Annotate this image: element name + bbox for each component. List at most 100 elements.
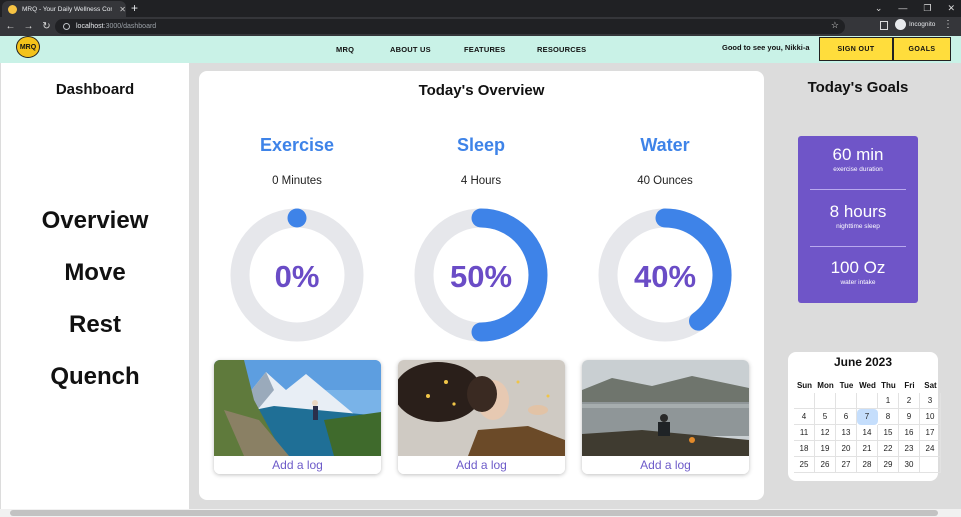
calendar-day[interactable]: 16 (899, 425, 920, 441)
side-panel-icon[interactable] (880, 21, 888, 30)
calendar-day[interactable]: 17 (920, 425, 941, 441)
goal-sleep: 8 hours nighttime sleep (798, 202, 918, 230)
calendar-weekday-3: Wed (859, 381, 876, 390)
tab-close-icon[interactable]: ✕ (119, 5, 126, 14)
url-path: :3000/dashboard (103, 23, 157, 30)
minimize-icon[interactable]: — (898, 1, 907, 15)
goal-sleep-value: 8 hours (829, 202, 887, 221)
goal-exercise-value: 60 min (832, 145, 884, 164)
reload-icon[interactable]: ↻ (39, 21, 54, 32)
bookmark-star-icon[interactable]: ☆ (831, 20, 839, 31)
calendar-day[interactable]: 3 (920, 393, 941, 409)
calendar: June 2023 Sun Mon Tue Wed Thu Fri Sat 1 2 3 4 5 6 7 8 9… (788, 352, 941, 481)
goals-title: Today's Goals (807, 79, 909, 96)
calendar-day-today[interactable]: 7 (857, 409, 878, 425)
overview-card: Today's Overview Exercise 0 Minutes 0% S… (199, 71, 764, 500)
nav-link-mrq[interactable]: MRQ (336, 45, 354, 54)
greeting-text: Good to see you, Nikki-a (722, 43, 810, 52)
exercise-add-log-link[interactable]: Add a log (214, 456, 381, 474)
calendar-day[interactable]: 23 (899, 441, 920, 457)
forward-icon[interactable]: → (21, 21, 36, 32)
goal-water: 100 Oz water intake (798, 258, 918, 286)
goals-button[interactable]: GOALS (893, 37, 951, 61)
address-bar-row: ← → ↻ localhost :3000/dashboard ☆ Incogn… (0, 17, 961, 36)
calendar-day[interactable]: 28 (857, 457, 878, 473)
browser-tab-bar: MRQ - Your Daily Wellness Compa ✕ + ⌄ — … (0, 0, 961, 17)
url-host: localhost (76, 23, 104, 30)
incognito-indicator[interactable]: Incognito (895, 19, 935, 30)
back-icon[interactable]: ← (3, 21, 18, 32)
calendar-day[interactable]: 21 (857, 441, 878, 457)
calendar-day[interactable]: 6 (836, 409, 857, 425)
calendar-day[interactable]: 29 (878, 457, 899, 473)
sidebar-item-move[interactable]: Move (1, 259, 189, 287)
calendar-day[interactable]: 27 (836, 457, 857, 473)
calendar-day[interactable]: 20 (836, 441, 857, 457)
calendar-day[interactable]: 15 (878, 425, 899, 441)
sleep-add-log-link[interactable]: Add a log (398, 456, 565, 474)
calendar-day[interactable]: 22 (878, 441, 899, 457)
new-tab-icon[interactable]: + (131, 1, 138, 16)
calendar-day[interactable]: 9 (899, 409, 920, 425)
url-input[interactable]: localhost :3000/dashboard ☆ (55, 19, 845, 34)
site-info-icon[interactable] (63, 23, 70, 30)
calendar-day[interactable]: 24 (920, 441, 941, 457)
calendar-day[interactable]: 10 (920, 409, 941, 425)
chevron-down-icon[interactable]: ⌄ (875, 1, 883, 15)
exercise-log-card[interactable]: Add a log (214, 360, 381, 474)
sidebar-item-rest[interactable]: Rest (1, 311, 189, 339)
scrollbar-thumb[interactable] (10, 510, 938, 516)
sidebar-item-overview[interactable]: Overview (1, 207, 189, 235)
calendar-day[interactable]: 1 (878, 393, 899, 409)
sleep-log-card[interactable]: Add a log (398, 360, 565, 474)
calendar-day[interactable]: 14 (857, 425, 878, 441)
mrq-logo[interactable]: MRQ (16, 36, 40, 58)
calendar-day[interactable]: 11 (794, 425, 815, 441)
calendar-day[interactable]: 5 (815, 409, 836, 425)
browser-menu-icon[interactable]: ⋮ (943, 19, 953, 30)
restore-icon[interactable]: ❐ (923, 1, 931, 15)
calendar-day[interactable]: 25 (794, 457, 815, 473)
calendar-day[interactable]: 19 (815, 441, 836, 457)
calendar-weekday-6: Sat (924, 381, 937, 390)
goal-exercise: 60 min exercise duration (798, 145, 918, 173)
horizontal-scrollbar[interactable] (0, 509, 961, 517)
calendar-day[interactable]: 8 (878, 409, 899, 425)
calendar-day (857, 393, 878, 409)
calendar-day[interactable]: 2 (899, 393, 920, 409)
sleep-progress-ring: 50% (414, 208, 548, 342)
water-title: Water (640, 135, 690, 155)
water-log-card[interactable]: Add a log (582, 360, 749, 474)
sign-out-button[interactable]: SIGN OUT (819, 37, 893, 61)
calendar-day[interactable]: 30 (899, 457, 920, 473)
calendar-weekday-4: Thu (881, 381, 896, 390)
sidebar-item-quench[interactable]: Quench (1, 363, 189, 391)
calendar-day[interactable]: 4 (794, 409, 815, 425)
calendar-day[interactable]: 18 (794, 441, 815, 457)
goal-exercise-label: exercise duration (833, 166, 883, 173)
calendar-day (836, 393, 857, 409)
close-window-icon[interactable]: ✕ (947, 1, 955, 15)
water-value: 40 Ounces (637, 175, 693, 187)
sleep-value: 4 Hours (460, 175, 502, 187)
sleep-title: Sleep (456, 135, 506, 155)
nav-link-resources[interactable]: RESOURCES (537, 45, 586, 54)
exercise-progress-ring: 0% (230, 208, 364, 342)
calendar-day[interactable]: 12 (815, 425, 836, 441)
nav-link-features[interactable]: FEATURES (464, 45, 505, 54)
goal-water-label: water intake (840, 279, 876, 286)
calendar-day (920, 457, 941, 473)
exercise-title: Exercise (259, 135, 335, 155)
goal-water-value: 100 Oz (830, 258, 886, 277)
nav-link-about-us[interactable]: ABOUT US (390, 45, 431, 54)
sidebar-title: Dashboard (55, 81, 135, 98)
water-add-log-link[interactable]: Add a log (582, 456, 749, 474)
calendar-month-title: June 2023 (833, 355, 893, 369)
sleeping-woman-image (398, 360, 565, 456)
calendar-weekday-5: Fri (904, 381, 915, 390)
calendar-day (794, 393, 815, 409)
browser-tab[interactable]: MRQ - Your Daily Wellness Compa ✕ (2, 1, 126, 17)
calendar-weekday-0: Sun (796, 381, 813, 390)
calendar-day[interactable]: 26 (815, 457, 836, 473)
calendar-day[interactable]: 13 (836, 425, 857, 441)
